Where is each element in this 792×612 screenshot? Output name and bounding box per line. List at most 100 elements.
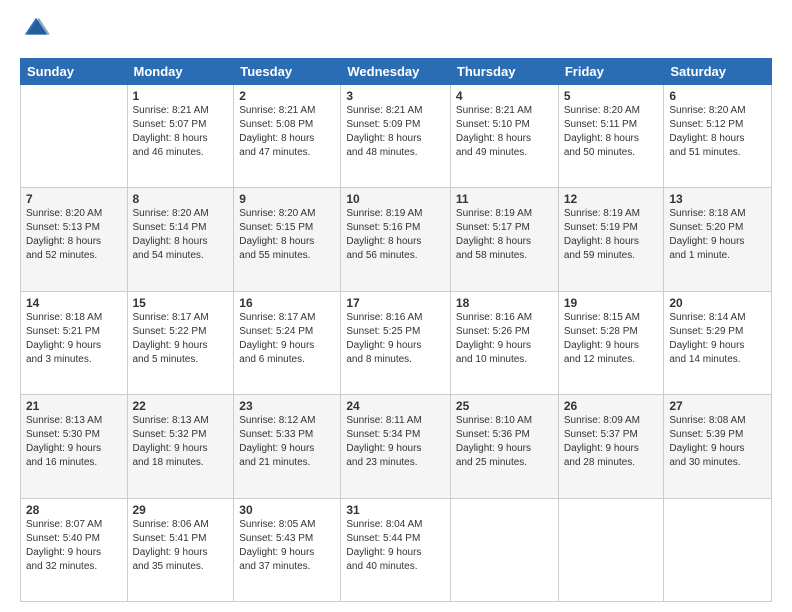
day-number: 9 [239, 192, 335, 206]
day-number: 3 [346, 89, 445, 103]
week-row-3: 21Sunrise: 8:13 AMSunset: 5:30 PMDayligh… [21, 395, 772, 498]
day-cell: 16Sunrise: 8:17 AMSunset: 5:24 PMDayligh… [234, 291, 341, 394]
day-info: Sunrise: 8:21 AMSunset: 5:08 PMDaylight:… [239, 104, 335, 160]
day-cell: 24Sunrise: 8:11 AMSunset: 5:34 PMDayligh… [341, 395, 451, 498]
day-info: Sunrise: 8:13 AMSunset: 5:32 PMDaylight:… [133, 414, 229, 470]
day-info: Sunrise: 8:11 AMSunset: 5:34 PMDaylight:… [346, 414, 445, 470]
day-info: Sunrise: 8:06 AMSunset: 5:41 PMDaylight:… [133, 518, 229, 574]
day-cell: 25Sunrise: 8:10 AMSunset: 5:36 PMDayligh… [450, 395, 558, 498]
day-cell [664, 498, 772, 601]
day-cell: 26Sunrise: 8:09 AMSunset: 5:37 PMDayligh… [558, 395, 664, 498]
calendar-table: SundayMondayTuesdayWednesdayThursdayFrid… [20, 58, 772, 602]
day-number: 14 [26, 296, 122, 310]
day-number: 29 [133, 503, 229, 517]
day-number: 25 [456, 399, 553, 413]
day-number: 18 [456, 296, 553, 310]
day-number: 17 [346, 296, 445, 310]
day-info: Sunrise: 8:20 AMSunset: 5:15 PMDaylight:… [239, 207, 335, 263]
day-number: 20 [669, 296, 766, 310]
day-cell: 10Sunrise: 8:19 AMSunset: 5:16 PMDayligh… [341, 188, 451, 291]
day-info: Sunrise: 8:21 AMSunset: 5:09 PMDaylight:… [346, 104, 445, 160]
day-number: 7 [26, 192, 122, 206]
day-cell: 4Sunrise: 8:21 AMSunset: 5:10 PMDaylight… [450, 85, 558, 188]
day-info: Sunrise: 8:05 AMSunset: 5:43 PMDaylight:… [239, 518, 335, 574]
day-info: Sunrise: 8:14 AMSunset: 5:29 PMDaylight:… [669, 311, 766, 367]
day-info: Sunrise: 8:20 AMSunset: 5:11 PMDaylight:… [564, 104, 659, 160]
day-cell: 29Sunrise: 8:06 AMSunset: 5:41 PMDayligh… [127, 498, 234, 601]
week-row-4: 28Sunrise: 8:07 AMSunset: 5:40 PMDayligh… [21, 498, 772, 601]
day-number: 31 [346, 503, 445, 517]
day-cell: 28Sunrise: 8:07 AMSunset: 5:40 PMDayligh… [21, 498, 128, 601]
day-cell: 23Sunrise: 8:12 AMSunset: 5:33 PMDayligh… [234, 395, 341, 498]
day-info: Sunrise: 8:19 AMSunset: 5:16 PMDaylight:… [346, 207, 445, 263]
day-cell: 1Sunrise: 8:21 AMSunset: 5:07 PMDaylight… [127, 85, 234, 188]
day-info: Sunrise: 8:10 AMSunset: 5:36 PMDaylight:… [456, 414, 553, 470]
header [20, 15, 772, 48]
page: SundayMondayTuesdayWednesdayThursdayFrid… [0, 0, 792, 612]
day-cell: 5Sunrise: 8:20 AMSunset: 5:11 PMDaylight… [558, 85, 664, 188]
day-info: Sunrise: 8:16 AMSunset: 5:26 PMDaylight:… [456, 311, 553, 367]
day-info: Sunrise: 8:17 AMSunset: 5:24 PMDaylight:… [239, 311, 335, 367]
day-info: Sunrise: 8:21 AMSunset: 5:07 PMDaylight:… [133, 104, 229, 160]
day-cell: 20Sunrise: 8:14 AMSunset: 5:29 PMDayligh… [664, 291, 772, 394]
day-number: 23 [239, 399, 335, 413]
weekday-header-wednesday: Wednesday [341, 59, 451, 85]
day-cell: 30Sunrise: 8:05 AMSunset: 5:43 PMDayligh… [234, 498, 341, 601]
logo [20, 15, 54, 48]
day-info: Sunrise: 8:16 AMSunset: 5:25 PMDaylight:… [346, 311, 445, 367]
weekday-header-tuesday: Tuesday [234, 59, 341, 85]
day-cell: 12Sunrise: 8:19 AMSunset: 5:19 PMDayligh… [558, 188, 664, 291]
week-row-1: 7Sunrise: 8:20 AMSunset: 5:13 PMDaylight… [21, 188, 772, 291]
day-number: 22 [133, 399, 229, 413]
day-info: Sunrise: 8:08 AMSunset: 5:39 PMDaylight:… [669, 414, 766, 470]
day-info: Sunrise: 8:20 AMSunset: 5:14 PMDaylight:… [133, 207, 229, 263]
day-info: Sunrise: 8:09 AMSunset: 5:37 PMDaylight:… [564, 414, 659, 470]
day-info: Sunrise: 8:13 AMSunset: 5:30 PMDaylight:… [26, 414, 122, 470]
day-info: Sunrise: 8:17 AMSunset: 5:22 PMDaylight:… [133, 311, 229, 367]
day-cell: 11Sunrise: 8:19 AMSunset: 5:17 PMDayligh… [450, 188, 558, 291]
day-number: 16 [239, 296, 335, 310]
day-number: 6 [669, 89, 766, 103]
logo-icon [22, 15, 50, 43]
day-cell [450, 498, 558, 601]
day-number: 5 [564, 89, 659, 103]
day-cell: 22Sunrise: 8:13 AMSunset: 5:32 PMDayligh… [127, 395, 234, 498]
day-info: Sunrise: 8:12 AMSunset: 5:33 PMDaylight:… [239, 414, 335, 470]
day-cell: 13Sunrise: 8:18 AMSunset: 5:20 PMDayligh… [664, 188, 772, 291]
day-number: 10 [346, 192, 445, 206]
day-cell: 15Sunrise: 8:17 AMSunset: 5:22 PMDayligh… [127, 291, 234, 394]
weekday-header-saturday: Saturday [664, 59, 772, 85]
day-cell: 17Sunrise: 8:16 AMSunset: 5:25 PMDayligh… [341, 291, 451, 394]
week-row-0: 1Sunrise: 8:21 AMSunset: 5:07 PMDaylight… [21, 85, 772, 188]
day-number: 26 [564, 399, 659, 413]
day-cell: 18Sunrise: 8:16 AMSunset: 5:26 PMDayligh… [450, 291, 558, 394]
day-info: Sunrise: 8:18 AMSunset: 5:20 PMDaylight:… [669, 207, 766, 263]
day-info: Sunrise: 8:19 AMSunset: 5:19 PMDaylight:… [564, 207, 659, 263]
day-cell [21, 85, 128, 188]
day-number: 21 [26, 399, 122, 413]
day-info: Sunrise: 8:18 AMSunset: 5:21 PMDaylight:… [26, 311, 122, 367]
day-cell: 14Sunrise: 8:18 AMSunset: 5:21 PMDayligh… [21, 291, 128, 394]
day-number: 13 [669, 192, 766, 206]
day-number: 27 [669, 399, 766, 413]
day-cell: 8Sunrise: 8:20 AMSunset: 5:14 PMDaylight… [127, 188, 234, 291]
weekday-header-thursday: Thursday [450, 59, 558, 85]
day-number: 2 [239, 89, 335, 103]
day-number: 12 [564, 192, 659, 206]
day-info: Sunrise: 8:20 AMSunset: 5:13 PMDaylight:… [26, 207, 122, 263]
day-info: Sunrise: 8:19 AMSunset: 5:17 PMDaylight:… [456, 207, 553, 263]
week-row-2: 14Sunrise: 8:18 AMSunset: 5:21 PMDayligh… [21, 291, 772, 394]
weekday-header-row: SundayMondayTuesdayWednesdayThursdayFrid… [21, 59, 772, 85]
day-number: 1 [133, 89, 229, 103]
day-cell: 19Sunrise: 8:15 AMSunset: 5:28 PMDayligh… [558, 291, 664, 394]
day-cell: 21Sunrise: 8:13 AMSunset: 5:30 PMDayligh… [21, 395, 128, 498]
day-cell: 3Sunrise: 8:21 AMSunset: 5:09 PMDaylight… [341, 85, 451, 188]
day-cell: 2Sunrise: 8:21 AMSunset: 5:08 PMDaylight… [234, 85, 341, 188]
day-cell [558, 498, 664, 601]
day-number: 28 [26, 503, 122, 517]
day-cell: 27Sunrise: 8:08 AMSunset: 5:39 PMDayligh… [664, 395, 772, 498]
day-cell: 9Sunrise: 8:20 AMSunset: 5:15 PMDaylight… [234, 188, 341, 291]
day-info: Sunrise: 8:04 AMSunset: 5:44 PMDaylight:… [346, 518, 445, 574]
day-number: 4 [456, 89, 553, 103]
day-number: 11 [456, 192, 553, 206]
